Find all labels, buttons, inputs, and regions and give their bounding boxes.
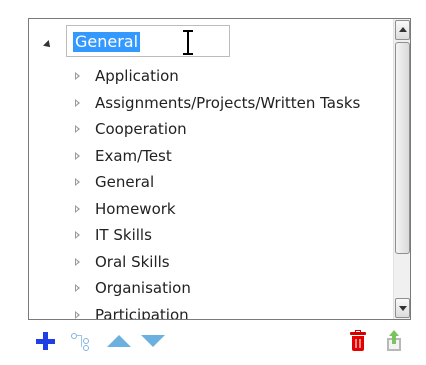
tree-root-row[interactable]: General xyxy=(29,25,393,59)
expand-icon[interactable] xyxy=(75,72,80,80)
tree-item[interactable]: Assignments/Projects/Written Tasks xyxy=(75,91,385,117)
tree-item-label: Oral Skills xyxy=(95,252,170,271)
hierarchy-node xyxy=(83,338,89,344)
tree-item[interactable]: IT Skills xyxy=(75,223,385,249)
rename-input[interactable]: General xyxy=(66,25,230,57)
tree-item-label: Organisation xyxy=(95,279,191,297)
tree-item[interactable]: Organisation xyxy=(75,276,385,302)
tree-item-label: General xyxy=(95,173,155,191)
expand-icon[interactable] xyxy=(75,284,80,292)
expand-icon[interactable] xyxy=(75,310,80,319)
tree-item-label: Homework xyxy=(95,199,176,218)
scroll-up-button[interactable] xyxy=(395,20,410,40)
tree-item[interactable]: Participation xyxy=(75,303,385,320)
add-button[interactable] xyxy=(34,330,56,352)
expand-icon[interactable] xyxy=(75,204,80,213)
vertical-scrollbar[interactable] xyxy=(393,19,410,319)
tree-item[interactable]: Cooperation xyxy=(75,117,385,143)
add-child-button[interactable] xyxy=(70,330,92,352)
text-cursor-icon xyxy=(183,30,193,55)
tree-item[interactable]: Homework xyxy=(75,197,385,223)
tree-item[interactable]: Oral Skills xyxy=(75,250,385,276)
expand-icon[interactable] xyxy=(75,231,80,239)
export-arrow-stem xyxy=(392,336,396,344)
tree-item[interactable]: General xyxy=(75,170,385,196)
arrow-down-icon xyxy=(399,306,407,311)
hierarchy-node xyxy=(83,345,89,351)
export-button[interactable] xyxy=(383,330,405,352)
collapse-icon[interactable] xyxy=(43,40,53,50)
export-arrow-head xyxy=(389,330,399,336)
tree-item[interactable]: Exam/Test xyxy=(75,144,385,170)
expand-icon[interactable] xyxy=(75,257,80,266)
arrow-up-icon xyxy=(399,27,407,32)
tree-toolbar xyxy=(28,330,411,354)
scroll-down-button[interactable] xyxy=(395,298,410,318)
expand-icon[interactable] xyxy=(75,178,80,186)
tree-item[interactable]: Application xyxy=(75,64,385,90)
trash-bin xyxy=(352,336,364,351)
hierarchy-line xyxy=(81,335,82,347)
move-up-button[interactable] xyxy=(107,330,131,352)
tree-view[interactable]: General Application Assignments/Projects/… xyxy=(28,18,411,320)
delete-button[interactable] xyxy=(347,330,369,352)
tree-item-label: Cooperation xyxy=(95,120,187,138)
tree-item-label: IT Skills xyxy=(95,226,152,244)
tree-content: General Application Assignments/Projects/… xyxy=(29,19,393,319)
tree-item-label: Application xyxy=(95,67,179,85)
tree-item-label: Participation xyxy=(95,305,189,320)
scroll-thumb[interactable] xyxy=(395,42,410,254)
expand-icon[interactable] xyxy=(75,98,80,107)
expand-icon[interactable] xyxy=(75,151,80,160)
tree-item-label: Exam/Test xyxy=(95,146,172,165)
expand-icon[interactable] xyxy=(75,125,80,133)
trash-lid xyxy=(350,332,366,335)
rename-input-text: General xyxy=(73,32,141,52)
hierarchy-icon xyxy=(71,333,77,339)
tree-item-label: Assignments/Projects/Written Tasks xyxy=(95,93,361,112)
move-down-button[interactable] xyxy=(141,330,165,352)
